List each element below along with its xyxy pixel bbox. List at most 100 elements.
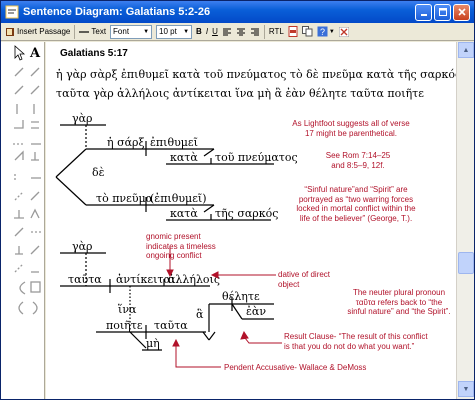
tee-tool-icon[interactable] — [15, 246, 23, 255]
object-slant-1 — [203, 148, 215, 157]
delete-icon — [338, 26, 349, 37]
pointer-tool-icon[interactable] — [14, 45, 26, 61]
negation-slant — [129, 331, 147, 349]
bold-label: B — [196, 27, 202, 36]
chevron-up-icon: ▲ — [462, 46, 470, 54]
arrowhead-result — [240, 330, 249, 340]
pdf-icon — [288, 26, 298, 37]
book-icon — [6, 27, 14, 36]
insert-passage-button[interactable]: Insert Passage — [3, 24, 72, 40]
align-center-button[interactable] — [234, 24, 248, 40]
align-right-icon — [250, 28, 259, 35]
align-center-icon — [236, 28, 245, 35]
rtl-label: RTL — [268, 27, 284, 36]
diagram-canvas[interactable]: Galatians 5:17 ἡ γὰρ σὰρξ ἐπιθυμεῖ κατὰ … — [46, 42, 456, 399]
word-ha: ἃ — [196, 308, 204, 321]
underline-label: U — [212, 27, 218, 36]
pedestal-tool-icon[interactable] — [30, 208, 40, 219]
arrowhead-pendent — [172, 338, 180, 347]
word-tes-sarkos: τῆς σαρκός — [215, 207, 278, 220]
word-epithymei: ἐπιθυμεῖ — [150, 136, 198, 149]
triangle-tool-icon[interactable] — [14, 150, 24, 161]
chevron-down-icon: ▼ — [143, 28, 150, 35]
word-gar-2: γὰρ — [72, 240, 92, 253]
note-romans: See Rom 7:14–25 and 8:5–9, 12f. — [325, 151, 391, 170]
pedestal-right — [208, 331, 216, 341]
word-thelete: θέλητε — [222, 290, 260, 303]
tee-tool-icon[interactable] — [14, 210, 24, 219]
toolbar: Insert Passage Text Font ▼ 10 pt ▼ B I U… — [1, 23, 474, 41]
word-ean: ἐὰν — [246, 305, 266, 318]
word-de: δὲ — [92, 166, 105, 179]
word-hina: ἵνα — [118, 303, 137, 316]
close-icon — [457, 8, 466, 16]
chevron-down-icon: ▼ — [462, 385, 470, 393]
close-doc-button[interactable] — [337, 24, 351, 40]
passage-heading: Galatians 5:17 — [60, 48, 128, 59]
help-button[interactable]: ? ▼ — [315, 24, 337, 40]
slant-line-tool-icon[interactable] — [30, 245, 40, 255]
word-kata-2: κατὰ — [170, 207, 198, 220]
slant-line-tool-icon[interactable] — [30, 191, 40, 201]
scroll-down-button[interactable]: ▼ — [458, 381, 474, 397]
bold-button[interactable]: B — [194, 24, 204, 40]
word-poiete: ποιῆτε — [106, 319, 143, 332]
verse-line-2: ταῦτα γὰρ ἀλλήλοις ἀντίκειται ἵνα μὴ ἃ ἐ… — [56, 87, 424, 100]
tool-palette-icons: A — [13, 45, 41, 315]
dotted-slant-tool-icon[interactable] — [14, 263, 24, 273]
size-select[interactable]: 10 pt ▼ — [156, 24, 193, 39]
note-lightfoot: As Lightfoot suggests all of verse 17 mi… — [292, 119, 410, 138]
word-kata-1: κατὰ — [170, 151, 198, 164]
font-select[interactable]: Font ▼ — [110, 24, 153, 39]
rtl-button[interactable]: RTL — [267, 24, 286, 40]
italic-label: I — [205, 27, 209, 36]
pdf-button[interactable] — [286, 24, 300, 40]
slant-line-tool-icon[interactable] — [30, 67, 40, 77]
curve-tool-icon[interactable] — [32, 301, 38, 315]
slant-line-tool-icon[interactable] — [14, 227, 24, 237]
note-warring-forces: “Sinful nature”and “Spirit” are portraye… — [296, 185, 416, 223]
slant-line-tool-icon[interactable] — [30, 85, 40, 95]
word-tauta-2: ταῦτα — [154, 319, 188, 332]
scroll-thumb[interactable] — [458, 252, 474, 274]
chevron-down-icon: ▼ — [183, 28, 190, 35]
text-tool-label: Text — [91, 27, 107, 36]
word-tauta: ταῦτα — [68, 273, 102, 286]
title-bar: Sentence Diagram: Galatians 5:2-26 — [1, 1, 474, 23]
text-line-icon — [79, 30, 90, 33]
minimize-icon — [420, 14, 427, 16]
align-left-button[interactable] — [220, 24, 234, 40]
bracket-tool-icon[interactable] — [14, 120, 24, 129]
left-branch-lower — [55, 176, 87, 206]
window-title: Sentence Diagram: Galatians 5:2-26 — [23, 6, 211, 18]
dotted-slant-tool-icon[interactable] — [14, 191, 24, 201]
curve-tool-icon[interactable] — [18, 301, 24, 315]
word-tou-pneumatos: τοῦ πνεύματος — [215, 151, 298, 164]
align-right-button[interactable] — [248, 24, 262, 40]
text-tool-button[interactable]: Text — [77, 24, 108, 40]
maximize-button[interactable] — [434, 3, 451, 21]
copy-icon — [301, 26, 313, 37]
note-pendent: Pendent Accusative- Wallace & DeMoss — [224, 363, 367, 372]
double-line-tool-icon[interactable] — [31, 121, 39, 129]
copy-button[interactable] — [300, 24, 315, 40]
minimize-button[interactable] — [415, 3, 432, 21]
word-to-pneuma: τὸ πνεῦμα — [96, 192, 154, 205]
vertical-scrollbar[interactable]: ▲ ▼ — [456, 42, 474, 399]
word-gar: γὰρ — [72, 112, 92, 125]
diagram-app-icon — [5, 5, 19, 19]
word-me: μὴ — [146, 337, 160, 350]
tee-tool-icon[interactable] — [31, 152, 39, 161]
size-select-value: 10 pt — [159, 27, 177, 36]
slant-line-tool-icon[interactable] — [14, 67, 24, 77]
close-button[interactable] — [453, 3, 470, 21]
curve-tool-icon[interactable] — [19, 281, 26, 295]
scroll-up-button[interactable]: ▲ — [458, 42, 474, 58]
underline-button[interactable]: U — [210, 24, 220, 40]
tool-palette: A — [1, 42, 45, 399]
app-window: Sentence Diagram: Galatians 5:2-26 Inser… — [0, 0, 475, 400]
box-tool-icon[interactable] — [30, 281, 41, 293]
slant-line-tool-icon[interactable] — [14, 85, 24, 95]
left-branch-upper — [55, 148, 87, 178]
text-tool-icon[interactable]: A — [29, 46, 41, 61]
